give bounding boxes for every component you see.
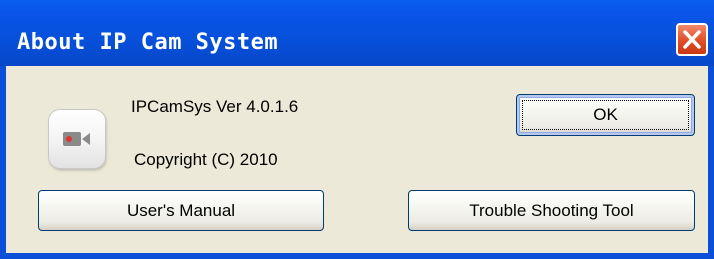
trouble-shooting-tool-button[interactable]: Trouble Shooting Tool xyxy=(408,190,695,231)
copyright-text: Copyright (C) 2010 xyxy=(134,150,278,169)
close-icon xyxy=(683,30,701,49)
users-manual-button-label: User's Manual xyxy=(126,200,236,220)
window-title: About IP Cam System xyxy=(17,30,279,55)
version-text: IPCamSys Ver 4.0.1.6 xyxy=(131,97,299,116)
ok-button[interactable]: OK xyxy=(516,94,695,136)
video-camera-icon xyxy=(63,132,90,146)
close-button[interactable] xyxy=(676,23,708,56)
title-bar[interactable]: About IP Cam System xyxy=(0,0,714,66)
about-dialog: About IP Cam System IPCamSys Ver 4.0.1.6… xyxy=(0,0,714,259)
app-logo xyxy=(49,110,105,168)
trouble-shooting-tool-button-label: Trouble Shooting Tool xyxy=(469,200,634,220)
ok-button-label: OK xyxy=(593,105,618,124)
users-manual-button[interactable]: User's Manual xyxy=(38,190,324,231)
